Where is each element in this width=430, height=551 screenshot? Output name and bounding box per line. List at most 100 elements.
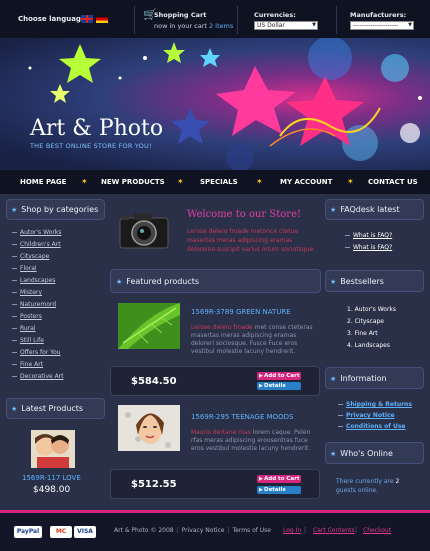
whos-online-text: There currently are 2 guests online. [336, 477, 420, 495]
login-link[interactable]: Log In [283, 527, 301, 534]
english-flag-icon[interactable] [81, 15, 93, 23]
nav-home-page[interactable]: HOME PAGE [20, 178, 66, 186]
manufacturer-select[interactable]: --------------------- ▼ [350, 21, 414, 30]
add-to-cart-button[interactable]: ▶ Add to Cart [257, 372, 301, 380]
category-autors-works[interactable]: Autor's Works [11, 229, 61, 236]
category-cityscape[interactable]: Cityscape [11, 253, 49, 260]
add-to-cart-label: Add to Cart [264, 476, 300, 482]
star-bullet-icon: ★ [11, 405, 18, 413]
shipping-returns-link[interactable]: Shipping & Returns [338, 401, 412, 408]
bestseller-item[interactable]: 2. Cityscape [347, 318, 384, 325]
category-still-life[interactable]: Still Life [12, 337, 44, 344]
welcome-title: Welcome to our Store! [187, 209, 302, 220]
cart-summary: now in your cart 2 items [154, 22, 233, 30]
category-rural[interactable]: Rural [12, 325, 36, 332]
star-bullet-icon: ★ [116, 278, 123, 286]
product-image-green-nature[interactable] [118, 303, 180, 349]
footer-terms-link[interactable]: Terms of Use [233, 527, 271, 534]
chevron-down-icon: ▼ [312, 22, 316, 28]
store-logo[interactable]: Art & Photo [30, 116, 163, 141]
bestsellers-title: ★ Bestsellers [330, 277, 384, 286]
whos-online-text-a: There currently are [336, 478, 394, 485]
bestseller-item[interactable]: 3. Fine Art [347, 330, 378, 337]
cart-contents-link[interactable]: Cart Contents [313, 527, 355, 534]
whos-online-text-b: guests online. [336, 487, 379, 494]
latest-product-price: $498.00 [33, 485, 71, 495]
product-description-highlight: Lerose delero froade [191, 324, 253, 331]
footer-privacy-link[interactable]: Privacy Notice [182, 527, 225, 534]
product-price: $584.50 [131, 376, 177, 387]
divider [134, 6, 135, 34]
star-bullet-icon: ★ [330, 278, 337, 286]
star-icon: ✶ [81, 177, 88, 186]
add-to-cart-button[interactable]: ▶ Add to Cart [257, 475, 301, 483]
currency-select[interactable]: US Dollar ▼ [254, 21, 318, 30]
manufacturers-label: Manufacturers: [350, 11, 407, 19]
latest-product-name[interactable]: 1569R-117 LOVE [22, 474, 81, 482]
conditions-of-use-link[interactable]: Conditions of Use [337, 423, 405, 430]
welcome-text: Lerose delero froade metonce ctetue mase… [187, 228, 316, 253]
privacy-notice-link[interactable]: Privacy Notice [338, 412, 395, 419]
nav-specials[interactable]: SPECIALS [200, 178, 238, 186]
star-bullet-icon: ★ [11, 206, 18, 214]
faq-link[interactable]: What is FAQ? [344, 232, 392, 239]
latest-products-title: ★ Latest Products [11, 404, 83, 413]
arrow-right-icon: ▶ [259, 487, 263, 493]
star-icon: ✶ [256, 177, 263, 186]
information-title: ★ Information [330, 374, 387, 383]
category-decorative-art[interactable]: Decorative Art [12, 373, 64, 380]
details-button[interactable]: ▶ Details [257, 382, 301, 390]
currency-selected-value: US Dollar [257, 22, 285, 29]
bestseller-item[interactable]: 1. Autor's Works [347, 306, 396, 313]
bestsellers-title-text: Bestsellers [340, 277, 384, 286]
german-flag-icon[interactable] [96, 15, 108, 23]
checkout-link[interactable]: Checkout [363, 527, 391, 534]
main-navigation: HOME PAGE ✶ NEW PRODUCTS ✶ SPECIALS ✶ MY… [0, 170, 430, 194]
nav-my-account[interactable]: MY ACCOUNT [280, 178, 332, 186]
whos-online-title-text: Who's Online [340, 449, 393, 458]
arrow-right-icon: ▶ [259, 383, 263, 389]
category-childrens-art[interactable]: Children's Art [12, 241, 61, 248]
faqdesk-title-text: FAQdesk latest [340, 205, 400, 214]
nav-contact-us[interactable]: CONTACT US [368, 178, 418, 186]
cart-items-link[interactable]: 2 items [209, 22, 233, 30]
category-mistery[interactable]: Mistery [11, 289, 42, 296]
footer-copyright: Art & Photo © 2008 | Privacy Notice | Terms … [114, 527, 271, 534]
add-to-cart-label: Add to Cart [264, 373, 300, 379]
separator: | [176, 527, 179, 534]
product-image-teenage-moods[interactable] [118, 405, 180, 451]
faq-link[interactable]: What is FAQ? [344, 244, 392, 251]
category-posters[interactable]: Posters [12, 313, 42, 320]
choose-language-label: Choose language: [18, 15, 89, 23]
featured-products-title-text: Featured products [126, 277, 200, 286]
details-button[interactable]: ▶ Details [257, 486, 301, 494]
product-name-teenage-moods[interactable]: 1569R-295 TEENAGE MOODS [191, 413, 294, 421]
category-floral[interactable]: Floral [12, 265, 37, 272]
star-bullet-icon: ★ [330, 375, 337, 383]
product-description-highlight: Mauris dertane mas [191, 429, 251, 436]
bestseller-item[interactable]: 4. Landscapes [347, 342, 390, 349]
product-name-green-nature[interactable]: 1569R-3789 GREEN NATURE [191, 308, 291, 316]
category-naturemord[interactable]: Naturemord [11, 301, 56, 308]
hero-banner: Art & Photo THE BEST ONLINE STORE FOR YO… [0, 38, 430, 170]
category-fine-art[interactable]: Fine Art [11, 361, 43, 368]
faqdesk-title: ★ FAQdesk latest [330, 205, 400, 214]
information-title-text: Information [340, 374, 387, 383]
cart-summary-text: now in your cart [154, 22, 207, 30]
shopping-cart-title[interactable]: Shopping Cart [154, 11, 206, 19]
star-icon: ✶ [177, 177, 184, 186]
featured-products-title: ★ Featured products [116, 277, 199, 286]
category-landscapes[interactable]: Landscapes [11, 277, 55, 284]
divider [237, 6, 238, 34]
mastercard-icon: MC [50, 526, 72, 538]
latest-product-image[interactable] [31, 430, 75, 468]
store-slogan: THE BEST ONLINE STORE FOR YOU! [30, 142, 152, 150]
top-bar: Choose language: 🛒 Shopping Cart now in … [0, 0, 430, 38]
details-label: Details [264, 487, 286, 493]
category-offers-for-you[interactable]: Offers for You [12, 349, 61, 356]
whos-online-title: ★ Who's Online [330, 449, 393, 458]
nav-new-products[interactable]: NEW PRODUCTS [101, 178, 165, 186]
product-description: Lerose delero froade met conse cteteras … [191, 324, 319, 356]
star-bullet-icon: ★ [330, 206, 337, 214]
categories-title: ★ Shop by categories [11, 205, 98, 214]
